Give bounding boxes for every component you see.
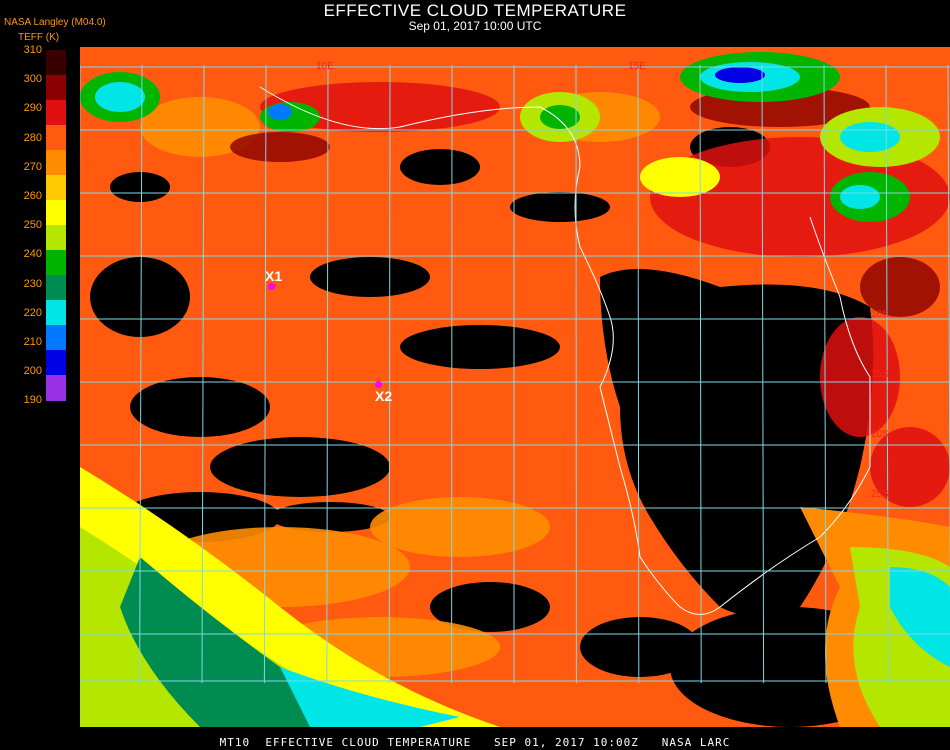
footer-caption: MT10 EFFECTIVE CLOUD TEMPERATURE SEP 01,… — [219, 736, 731, 749]
legend-label: 290 — [23, 102, 42, 115]
legend-label: 200 — [23, 365, 42, 378]
color-legend — [46, 50, 66, 401]
legend-swatch — [46, 225, 66, 251]
legend-swatch — [46, 325, 66, 351]
grid-label: 10E — [316, 61, 334, 72]
legend-label: 210 — [23, 336, 42, 348]
legend-label: 280 — [23, 131, 42, 144]
legend-swatch — [46, 150, 66, 176]
marker-x2-dot[interactable] — [375, 381, 382, 388]
legend-swatch — [46, 100, 66, 126]
legend-label: 300 — [23, 73, 42, 86]
legend-swatch — [46, 275, 66, 301]
grid-label: 25S — [871, 489, 889, 500]
units-label: TEFF (K) — [18, 32, 60, 43]
legend-label: 190 — [23, 394, 42, 407]
grid-label: 15E — [628, 61, 646, 72]
legend-swatch — [46, 200, 66, 226]
legend-label: 250 — [23, 219, 42, 232]
map-canvas: 10E 15E 15S 20S 10S 25S — [80, 47, 950, 727]
grid-label: 10S — [871, 309, 889, 320]
chart-title: EFFECTIVE CLOUD TEMPERATURE — [323, 1, 627, 20]
grid-label: 15S — [871, 369, 889, 380]
legend-label: 230 — [23, 277, 42, 290]
organization-label: NASA Langley (M04.0) — [4, 17, 106, 28]
legend-swatch — [46, 300, 66, 326]
legend-swatch — [46, 50, 66, 76]
legend-label: 310 — [23, 44, 42, 56]
marker-x1-label: X1 — [265, 268, 283, 284]
legend-swatch — [46, 350, 66, 376]
legend-swatch — [46, 175, 66, 201]
legend-label: 220 — [23, 306, 42, 319]
legend-swatch — [46, 75, 66, 101]
legend-swatch — [46, 125, 66, 151]
marker-x1-dot[interactable] — [268, 283, 275, 290]
legend-label: 270 — [23, 160, 42, 173]
timestamp: Sep 01, 2017 10:00 UTC — [408, 19, 542, 33]
legend-swatch — [46, 375, 66, 401]
legend-swatch — [46, 250, 66, 276]
satellite-map[interactable]: 10E 15E 15S 20S 10S 25S — [80, 47, 950, 727]
marker-x2-label: X2 — [375, 388, 393, 404]
grid-label: 20S — [871, 429, 889, 440]
legend-label: 260 — [23, 190, 42, 202]
legend-label: 240 — [23, 248, 42, 261]
